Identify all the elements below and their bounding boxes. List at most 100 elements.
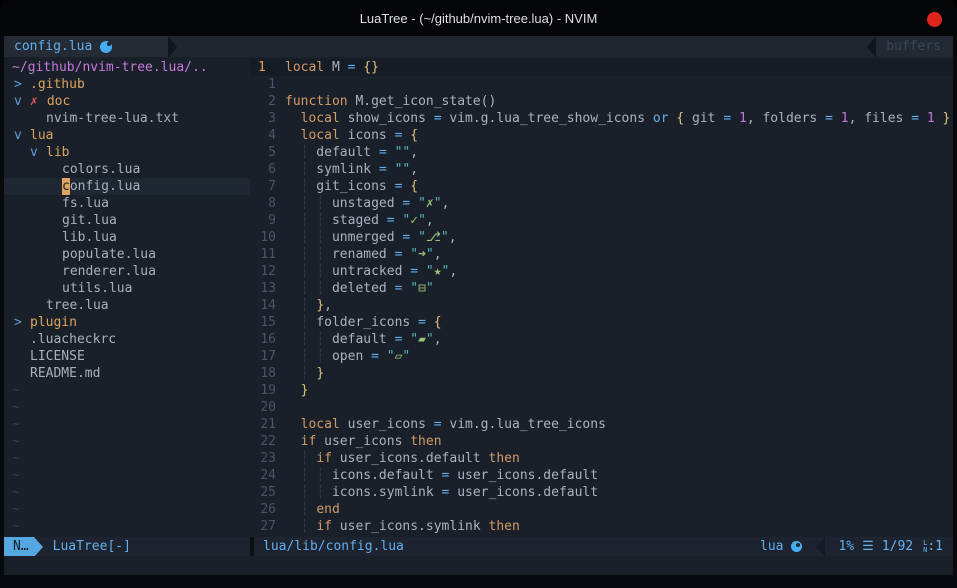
code-line[interactable]: 24 ┆ ┆ icons.default = user_icons.defaul…: [250, 467, 953, 484]
code-line[interactable]: 9 ┆ ┆ staged = "✓",: [250, 212, 953, 229]
tree-item-LICENSE[interactable]: LICENSE: [4, 348, 250, 365]
code-token: [731, 111, 739, 126]
tilde-char: ~: [12, 484, 20, 501]
code-line-text: if user_icons then: [285, 433, 442, 450]
tree-item-git.lua[interactable]: git.lua: [4, 212, 250, 229]
code-line-text: ┆ ┆ default = "▰",: [285, 331, 442, 348]
code-token: ,: [410, 145, 418, 160]
code-token: }: [316, 366, 324, 381]
code-token: then: [489, 451, 520, 466]
chevron-down-icon: v: [14, 127, 30, 144]
code-line[interactable]: 26 ┆ end: [250, 501, 953, 518]
tree-item-nvim-tree-lua.txt[interactable]: nvim-tree-lua.txt: [4, 110, 250, 127]
code-line[interactable]: 15 ┆ folder_icons = {: [250, 314, 953, 331]
code-line-text: local user_icons = vim.g.lua_tree_icons: [285, 416, 606, 433]
code-line[interactable]: 10 ┆ ┆ unmerged = "⎇",: [250, 229, 953, 246]
code-line[interactable]: 11 ┆ ┆ renamed = "➜",: [250, 246, 953, 263]
tree-item-label: .github: [30, 76, 85, 93]
code-token: ┆: [316, 485, 324, 500]
code-token: [387, 162, 395, 177]
tree-empty-line: ~: [4, 450, 250, 467]
code-line[interactable]: 27 ┆ if user_icons.symlink then: [250, 518, 953, 535]
code-token: end: [316, 502, 339, 517]
code-line[interactable]: 1local M = {}: [250, 59, 953, 76]
code-line[interactable]: 18 ┆ }: [250, 365, 953, 382]
tilde-char: ~: [12, 382, 20, 399]
code-line[interactable]: 6 ┆ symlink = "",: [250, 161, 953, 178]
code-token: ┆: [316, 230, 324, 245]
tree-item-config.lua[interactable]: config.lua: [4, 178, 250, 195]
code-line[interactable]: 7 ┆ git_icons = {: [250, 178, 953, 195]
tree-item-README.md[interactable]: README.md: [4, 365, 250, 382]
code-line[interactable]: 14 ┆ },: [250, 297, 953, 314]
code-line[interactable]: 17 ┆ ┆ open = "▱": [250, 348, 953, 365]
code-line[interactable]: 5 ┆ default = "",: [250, 144, 953, 161]
code-token: [285, 213, 301, 228]
tree-item-fs.lua[interactable]: fs.lua: [4, 195, 250, 212]
tree-item-colors.lua[interactable]: colors.lua: [4, 161, 250, 178]
code-token: icons.default: [324, 468, 441, 483]
tree-item-lua[interactable]: vlua: [4, 127, 250, 144]
block-cursor: c: [62, 178, 70, 195]
lua-icon: [791, 541, 802, 552]
tree-item-renderer.lua[interactable]: renderer.lua: [4, 263, 250, 280]
code-token: unstaged: [324, 196, 402, 211]
code-token: function: [285, 94, 348, 109]
code-line[interactable]: 23 ┆ if user_icons.default then: [250, 450, 953, 467]
tree-item-plugin[interactable]: >plugin: [4, 314, 250, 331]
code-token: ✗: [426, 196, 434, 211]
tree-root[interactable]: ~/github/nvim-tree.lua/..: [4, 59, 250, 76]
code-line[interactable]: 8 ┆ ┆ unstaged = "✗",: [250, 195, 953, 212]
code-token: [285, 332, 301, 347]
tree-item-lib.lua[interactable]: lib.lua: [4, 229, 250, 246]
statusline-position: 1/92: [882, 539, 913, 554]
code-line[interactable]: 13 ┆ ┆ deleted = "⊟": [250, 280, 953, 297]
close-button[interactable]: [927, 12, 942, 27]
indent-spacer: [46, 246, 62, 263]
tree-item-doc[interactable]: v✗doc: [4, 93, 250, 110]
tree-item-populate.lua[interactable]: populate.lua: [4, 246, 250, 263]
code-line-text: ┆ }: [285, 365, 324, 382]
tree-item-label: doc: [47, 93, 70, 110]
tilde-char: ~: [12, 518, 20, 535]
code-token: ": [441, 230, 449, 245]
indent-spacer: [46, 280, 62, 297]
tree-item-tree.lua[interactable]: tree.lua: [4, 297, 250, 314]
tree-item-.github[interactable]: >.github: [4, 76, 250, 93]
code-line[interactable]: 19 }: [250, 382, 953, 399]
mode-arrow-icon: [34, 537, 43, 556]
code-token: [285, 366, 301, 381]
code-token: {: [676, 111, 684, 126]
code-line[interactable]: 21 local user_icons = vim.g.lua_tree_ico…: [250, 416, 953, 433]
tree-item-lib[interactable]: vlib: [4, 144, 250, 161]
code-token: [285, 519, 301, 534]
code-token: icons: [340, 128, 395, 143]
code-line[interactable]: 22 if user_icons then: [250, 433, 953, 450]
code-line[interactable]: 20: [250, 399, 953, 416]
tree-item-utils.lua[interactable]: utils.lua: [4, 280, 250, 297]
tree-empty-line: ~: [4, 416, 250, 433]
tree-item-.luacheckrc[interactable]: .luacheckrc: [4, 331, 250, 348]
code-token: =: [387, 213, 395, 228]
code-line[interactable]: 25 ┆ ┆ icons.symlink = user_icons.defaul…: [250, 484, 953, 501]
command-line[interactable]: [4, 556, 953, 575]
tab-config-lua[interactable]: config.lua: [4, 36, 126, 57]
statusline-tree-section: N… LuaTree[-]: [4, 537, 250, 556]
code-line-text: ┆ folder_icons = {: [285, 314, 442, 331]
code-token: =: [434, 111, 442, 126]
code-token: [285, 502, 301, 517]
code-line[interactable]: 16 ┆ ┆ default = "▰",: [250, 331, 953, 348]
code-line[interactable]: 3 local show_icons = vim.g.lua_tree_show…: [250, 110, 953, 127]
tab-buffers[interactable]: buffers: [876, 36, 953, 57]
code-token: , files: [849, 111, 912, 126]
line-number: 25: [250, 484, 276, 501]
code-line-text: ┆ symlink = "",: [285, 161, 418, 178]
code-line[interactable]: 4 local icons = {: [250, 127, 953, 144]
code-line[interactable]: 2function M.get_icon_state(): [250, 93, 953, 110]
code-token: show_icons: [340, 111, 434, 126]
chevron-right-icon: >: [14, 314, 30, 331]
code-line[interactable]: 1: [250, 76, 953, 93]
code-line-text: ┆ },: [285, 297, 332, 314]
code-token: ": [426, 332, 434, 347]
code-line[interactable]: 12 ┆ ┆ untracked = "★",: [250, 263, 953, 280]
